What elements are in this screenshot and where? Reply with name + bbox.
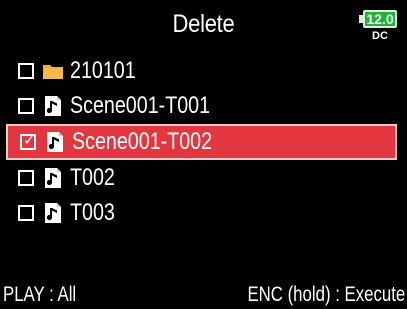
checkbox-checked[interactable]: ✓ <box>20 132 36 150</box>
footer-bar: PLAY : All ENC (hold) : Execute <box>0 279 407 309</box>
audio-file-icon <box>45 168 61 188</box>
page-title: Delete <box>172 10 235 38</box>
list-item-label: Scene001-T002 <box>72 128 213 155</box>
battery-voltage: 12.0 <box>366 11 394 27</box>
file-list: 210101 Scene001-T001 ✓ Scene001-T002 T00… <box>0 54 407 231</box>
enc-execute-hint: ENC (hold) : Execute <box>247 283 405 306</box>
audio-file-icon <box>45 96 61 116</box>
audio-file-icon <box>47 132 63 152</box>
list-item-scene001-t002[interactable]: ✓ Scene001-T002 <box>6 124 397 160</box>
folder-icon <box>43 65 63 79</box>
list-item-label: 210101 <box>70 57 136 84</box>
delete-screen: Delete 12.0 DC 210101 Scene001-T001 ✓ Sc… <box>0 0 407 309</box>
play-all-hint: PLAY : All <box>3 283 77 306</box>
checkbox[interactable] <box>18 63 34 79</box>
power-source-label: DC <box>372 30 388 42</box>
list-item-label: T002 <box>70 164 115 191</box>
list-item-t003[interactable]: T003 <box>0 196 407 230</box>
list-item-label: T003 <box>70 199 115 226</box>
checkbox[interactable] <box>18 170 34 186</box>
checkbox[interactable] <box>18 98 34 114</box>
list-item-label: Scene001-T001 <box>70 92 211 119</box>
list-item-210101[interactable]: 210101 <box>0 54 407 88</box>
list-item-t002[interactable]: T002 <box>0 161 407 195</box>
battery-indicator: 12.0 DC <box>359 6 401 46</box>
audio-file-icon <box>45 203 61 223</box>
checkbox[interactable] <box>18 205 34 221</box>
checkmark-icon: ✓ <box>23 132 36 149</box>
list-item-scene001-t001[interactable]: Scene001-T001 <box>0 89 407 123</box>
